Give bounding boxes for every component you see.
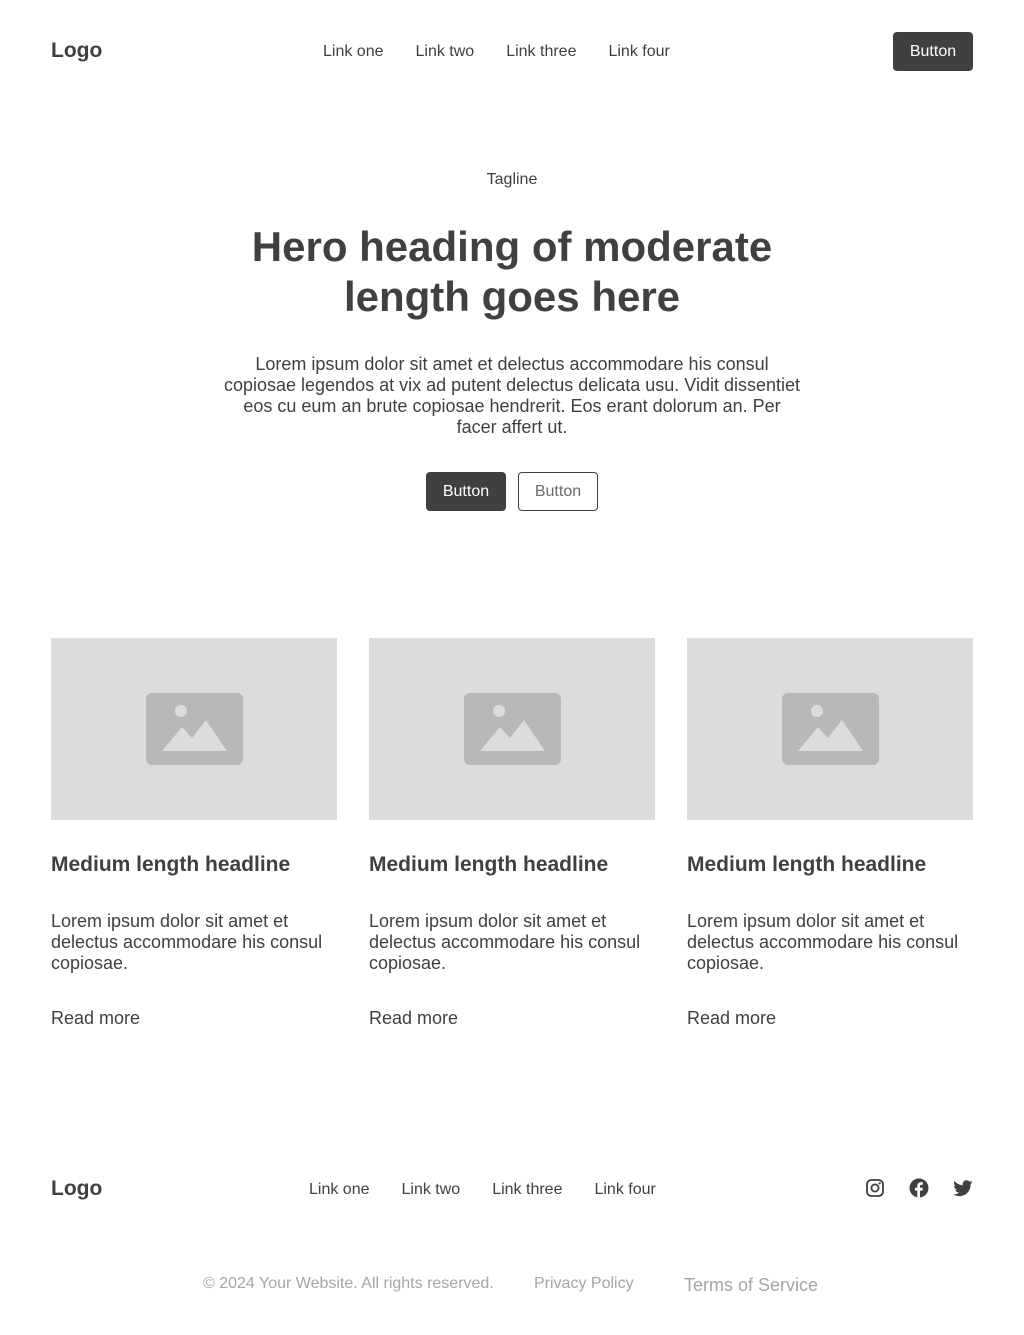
image-placeholder-icon bbox=[464, 693, 561, 765]
card-image bbox=[51, 638, 337, 820]
footer-nav-link-one[interactable]: Link one bbox=[309, 1180, 370, 1200]
hero-heading: Hero heading of moderate length goes her… bbox=[251, 223, 773, 320]
footer-nav-link-four[interactable]: Link four bbox=[594, 1180, 655, 1200]
site-header: Logo Link one Link two Link three Link f… bbox=[0, 0, 1024, 103]
footer-nav: Link one Link two Link three Link four bbox=[309, 1180, 656, 1200]
card-read-more-link[interactable]: Read more bbox=[51, 1007, 140, 1029]
card-image bbox=[369, 638, 655, 820]
hero-secondary-button[interactable]: Button bbox=[518, 472, 598, 511]
card-title: Medium length headline bbox=[687, 853, 927, 876]
instagram-icon[interactable] bbox=[865, 1178, 885, 1198]
header-nav-link-four[interactable]: Link four bbox=[608, 42, 669, 62]
feature-card: Medium length headline Lorem ipsum dolor… bbox=[687, 638, 973, 1028]
card-title: Medium length headline bbox=[51, 853, 291, 876]
hero-tagline: Tagline bbox=[486, 171, 538, 188]
image-placeholder-icon bbox=[782, 693, 879, 765]
image-placeholder-icon bbox=[146, 693, 243, 765]
card-text: Lorem ipsum dolor sit amet et delectus a… bbox=[687, 911, 959, 973]
terms-of-service-link[interactable]: Terms of Service bbox=[684, 1274, 818, 1296]
footer-logo[interactable]: Logo bbox=[51, 1177, 102, 1201]
header-nav: Link one Link two Link three Link four bbox=[323, 42, 670, 62]
card-read-more-link[interactable]: Read more bbox=[369, 1007, 458, 1029]
header-nav-link-three[interactable]: Link three bbox=[506, 42, 576, 62]
copyright-text: © 2024 Your Website. All rights reserved… bbox=[203, 1275, 494, 1292]
header-logo[interactable]: Logo bbox=[51, 39, 102, 63]
card-read-more-link[interactable]: Read more bbox=[687, 1007, 776, 1029]
footer-nav-link-two[interactable]: Link two bbox=[402, 1180, 461, 1200]
card-text: Lorem ipsum dolor sit amet et delectus a… bbox=[51, 911, 323, 973]
card-title: Medium length headline bbox=[369, 853, 609, 876]
feature-card: Medium length headline Lorem ipsum dolor… bbox=[51, 638, 337, 1028]
header-nav-link-two[interactable]: Link two bbox=[416, 42, 475, 62]
footer-nav-link-three[interactable]: Link three bbox=[492, 1180, 562, 1200]
hero-text: Lorem ipsum dolor sit amet et delectus a… bbox=[223, 354, 801, 437]
privacy-policy-link[interactable]: Privacy Policy bbox=[534, 1274, 634, 1294]
card-text: Lorem ipsum dolor sit amet et delectus a… bbox=[369, 911, 641, 973]
twitter-icon[interactable] bbox=[953, 1178, 973, 1198]
facebook-icon[interactable] bbox=[909, 1178, 929, 1198]
hero-primary-button[interactable]: Button bbox=[426, 472, 506, 511]
header-button[interactable]: Button bbox=[893, 32, 973, 71]
feature-card: Medium length headline Lorem ipsum dolor… bbox=[369, 638, 655, 1028]
header-nav-link-one[interactable]: Link one bbox=[323, 42, 384, 62]
card-image bbox=[687, 638, 973, 820]
